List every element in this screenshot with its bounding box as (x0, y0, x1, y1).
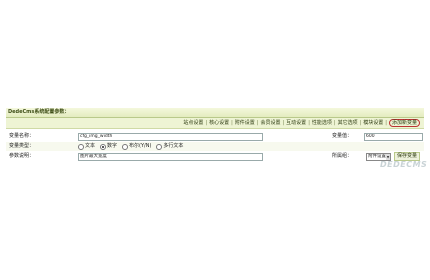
form-row-var-type: 变量类型： 文本 数字 布尔(Y/N) 多行文本 (6, 142, 424, 151)
watermark-logo: DEDECMS (380, 160, 428, 169)
tab-performance[interactable]: 性能选项 (311, 120, 333, 128)
group-label: 所属组： (332, 153, 353, 159)
form-row-description: 参数说明： 图片最大宽度 所属组： 附件设置 ▼ 保存变量 (6, 152, 424, 161)
tab-site[interactable]: 站点设置 (182, 120, 204, 128)
radio-multiline[interactable] (156, 143, 163, 150)
tab-member[interactable]: 会员设置 (259, 120, 281, 128)
radio-boolean-label: 布尔(Y/N) (129, 143, 152, 149)
tab-core[interactable]: 核心设置 (208, 120, 230, 128)
radio-number[interactable] (100, 143, 107, 150)
tab-attachment[interactable]: 附件设置 (234, 120, 256, 128)
desc-input[interactable]: 图片最大宽度 (78, 153, 263, 161)
tab-add-variable[interactable]: 添加新变量 (388, 119, 420, 127)
radio-text[interactable] (78, 143, 84, 150)
var-value-input[interactable]: 600 (364, 133, 423, 141)
var-value-label: 变量值： (332, 133, 353, 139)
tabs-row: 站点设置 | 核心设置 | 附件设置 | 会员设置 | 互动设置 | 性能选项 … (6, 118, 424, 129)
var-type-radio-group: 文本 数字 布尔(Y/N) 多行文本 (78, 142, 188, 151)
var-type-label: 变量类型： (9, 143, 35, 149)
group-select-value: 附件设置 (368, 154, 386, 159)
var-name-label: 变量名称： (9, 133, 35, 139)
tab-separator: | (385, 120, 387, 126)
radio-multiline-label: 多行文本 (163, 143, 184, 149)
config-panel: DedeCms系统配置参数： 站点设置 | 核心设置 | 附件设置 | 会员设置… (6, 108, 424, 168)
tab-modules[interactable]: 模块设置 (362, 120, 384, 128)
panel-title: DedeCms系统配置参数： (8, 109, 70, 115)
var-name-input[interactable]: cfg_img_width (78, 133, 263, 141)
tab-other[interactable]: 其它选项 (337, 120, 359, 128)
tabs-bar: 站点设置 | 核心设置 | 附件设置 | 会员设置 | 互动设置 | 性能选项 … (182, 119, 420, 128)
radio-number-label: 数字 (107, 143, 118, 149)
panel-title-bar: DedeCms系统配置参数： (6, 108, 424, 118)
form-row-var-name: 变量名称： cfg_img_width 变量值： 600 (6, 132, 424, 141)
radio-boolean[interactable] (122, 143, 129, 150)
radio-text-label: 文本 (85, 143, 96, 149)
tab-interaction[interactable]: 互动设置 (285, 120, 307, 128)
desc-label: 参数说明： (9, 153, 35, 159)
